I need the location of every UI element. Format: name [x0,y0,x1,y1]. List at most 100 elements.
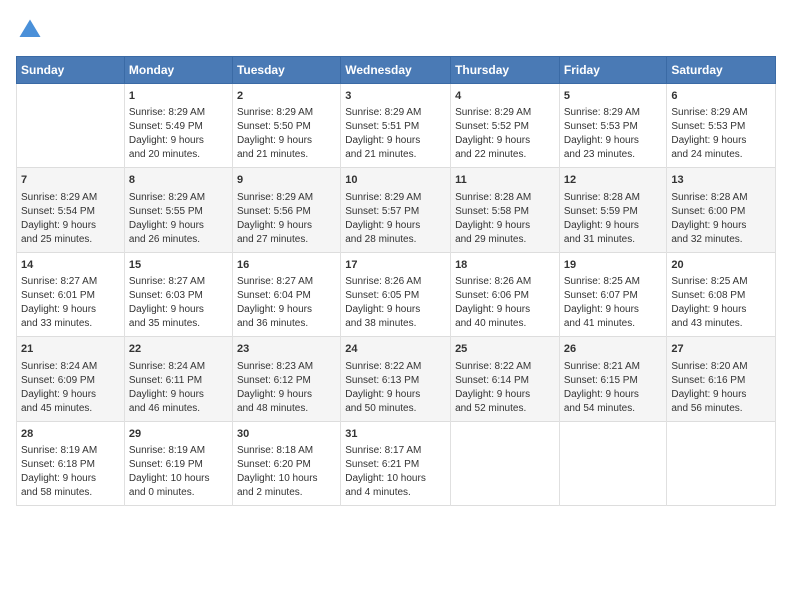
calendar-header: SundayMondayTuesdayWednesdayThursdayFrid… [17,57,776,84]
calendar-cell: 3Sunrise: 8:29 AM Sunset: 5:51 PM Daylig… [341,84,451,168]
calendar-cell: 23 Sunrise: 8:23 AM Sunset: 6:12 PM Dayli… [232,337,340,421]
day-number: 27 [671,342,771,357]
header-cell-wednesday: Wednesday [341,57,451,84]
day-info: Sunrise: 8:29 AM Sunset: 5:49 PM Dayligh… [129,106,228,162]
day-number: 26 [564,342,663,357]
calendar-cell [667,421,776,505]
day-number: 15 [129,258,228,273]
day-info: Sunrise: 8:18 AM Sunset: 6:20 PM Dayligh… [237,444,336,500]
calendar-cell: 17 Sunrise: 8:26 AM Sunset: 6:05 PM Dayli… [341,252,451,336]
day-info: Sunrise: 8:25 AM Sunset: 6:08 PM Dayligh… [671,275,771,331]
day-number: 12 [564,173,663,188]
day-info: Sunrise: 8:29 AM Sunset: 5:57 PM Dayligh… [345,191,446,247]
day-info: Sunrise: 8:26 AM Sunset: 6:06 PM Dayligh… [455,275,555,331]
day-number: 23 [237,342,336,357]
calendar-body: 1 Sunrise: 8:29 AM Sunset: 5:49 PM Daylig… [17,84,776,506]
calendar-cell [451,421,560,505]
calendar-cell: 28Sunrise: 8:19 AM Sunset: 6:18 PM Dayli… [17,421,125,505]
calendar-cell: 21 Sunrise: 8:24 AM Sunset: 6:09 PM Dayli… [17,337,125,421]
day-number: 24 [345,342,446,357]
day-info: Sunrise: 8:28 AM Sunset: 6:00 PM Dayligh… [671,191,771,247]
day-info: Sunrise: 8:24 AM Sunset: 6:11 PM Dayligh… [129,360,228,416]
day-info: Sunrise: 8:17 AM Sunset: 6:21 PM Dayligh… [345,444,446,500]
page-header [16,16,776,44]
calendar-cell: 29Sunrise: 8:19 AM Sunset: 6:19 PM Dayli… [124,421,232,505]
calendar-cell: 5 Sunrise: 8:29 AM Sunset: 5:53 PM Daylig… [559,84,667,168]
calendar-cell: 24 Sunrise: 8:22 AM Sunset: 6:13 PM Dayli… [341,337,451,421]
day-number: 25 [455,342,555,357]
calendar-cell: 12 Sunrise: 8:28 AM Sunset: 5:59 PM Dayli… [559,168,667,252]
header-cell-sunday: Sunday [17,57,125,84]
day-info: Sunrise: 8:29 AM Sunset: 5:54 PM Dayligh… [21,191,120,247]
calendar-cell: 22 Sunrise: 8:24 AM Sunset: 6:11 PM Dayli… [124,337,232,421]
header-cell-monday: Monday [124,57,232,84]
day-info: Sunrise: 8:29 AM Sunset: 5:50 PM Dayligh… [237,106,336,162]
calendar-cell: 14Sunrise: 8:27 AM Sunset: 6:01 PM Dayli… [17,252,125,336]
day-info: Sunrise: 8:28 AM Sunset: 5:59 PM Dayligh… [564,191,663,247]
day-number: 17 [345,258,446,273]
calendar-table: SundayMondayTuesdayWednesdayThursdayFrid… [16,56,776,506]
day-number: 11 [455,173,555,188]
week-row-3: 14Sunrise: 8:27 AM Sunset: 6:01 PM Dayli… [17,252,776,336]
calendar-cell: 2Sunrise: 8:29 AM Sunset: 5:50 PM Daylig… [232,84,340,168]
general-blue-logo-icon [16,16,44,44]
day-info: Sunrise: 8:29 AM Sunset: 5:53 PM Dayligh… [671,106,771,162]
logo [16,16,46,44]
calendar-cell: 27 Sunrise: 8:20 AM Sunset: 6:16 PM Dayli… [667,337,776,421]
week-row-2: 7 Sunrise: 8:29 AM Sunset: 5:54 PM Daylig… [17,168,776,252]
calendar-cell: 16Sunrise: 8:27 AM Sunset: 6:04 PM Dayli… [232,252,340,336]
day-info: Sunrise: 8:24 AM Sunset: 6:09 PM Dayligh… [21,360,120,416]
day-number: 6 [671,89,771,104]
day-number: 21 [21,342,120,357]
day-info: Sunrise: 8:20 AM Sunset: 6:16 PM Dayligh… [671,360,771,416]
day-number: 7 [21,173,120,188]
header-cell-thursday: Thursday [451,57,560,84]
day-info: Sunrise: 8:25 AM Sunset: 6:07 PM Dayligh… [564,275,663,331]
day-number: 9 [237,173,336,188]
header-cell-saturday: Saturday [667,57,776,84]
day-info: Sunrise: 8:28 AM Sunset: 5:58 PM Dayligh… [455,191,555,247]
day-number: 22 [129,342,228,357]
day-number: 4 [455,89,555,104]
day-info: Sunrise: 8:23 AM Sunset: 6:12 PM Dayligh… [237,360,336,416]
day-number: 31 [345,427,446,442]
day-info: Sunrise: 8:26 AM Sunset: 6:05 PM Dayligh… [345,275,446,331]
calendar-cell: 9Sunrise: 8:29 AM Sunset: 5:56 PM Daylig… [232,168,340,252]
calendar-cell: 19 Sunrise: 8:25 AM Sunset: 6:07 PM Dayli… [559,252,667,336]
day-number: 1 [129,89,228,104]
header-cell-friday: Friday [559,57,667,84]
calendar-cell: 7 Sunrise: 8:29 AM Sunset: 5:54 PM Daylig… [17,168,125,252]
calendar-cell: 8 Sunrise: 8:29 AM Sunset: 5:55 PM Daylig… [124,168,232,252]
day-info: Sunrise: 8:22 AM Sunset: 6:13 PM Dayligh… [345,360,446,416]
day-info: Sunrise: 8:21 AM Sunset: 6:15 PM Dayligh… [564,360,663,416]
week-row-1: 1 Sunrise: 8:29 AM Sunset: 5:49 PM Daylig… [17,84,776,168]
day-number: 30 [237,427,336,442]
calendar-cell: 20 Sunrise: 8:25 AM Sunset: 6:08 PM Dayli… [667,252,776,336]
calendar-cell: 15 Sunrise: 8:27 AM Sunset: 6:03 PM Dayli… [124,252,232,336]
day-info: Sunrise: 8:29 AM Sunset: 5:53 PM Dayligh… [564,106,663,162]
day-number: 13 [671,173,771,188]
day-info: Sunrise: 8:19 AM Sunset: 6:19 PM Dayligh… [129,444,228,500]
calendar-cell: 30 Sunrise: 8:18 AM Sunset: 6:20 PM Dayli… [232,421,340,505]
day-number: 20 [671,258,771,273]
header-cell-tuesday: Tuesday [232,57,340,84]
calendar-cell: 10Sunrise: 8:29 AM Sunset: 5:57 PM Dayli… [341,168,451,252]
calendar-cell: 31 Sunrise: 8:17 AM Sunset: 6:21 PM Dayli… [341,421,451,505]
week-row-4: 21 Sunrise: 8:24 AM Sunset: 6:09 PM Dayli… [17,337,776,421]
day-info: Sunrise: 8:27 AM Sunset: 6:04 PM Dayligh… [237,275,336,331]
calendar-cell: 18 Sunrise: 8:26 AM Sunset: 6:06 PM Dayli… [451,252,560,336]
day-number: 18 [455,258,555,273]
day-info: Sunrise: 8:27 AM Sunset: 6:03 PM Dayligh… [129,275,228,331]
calendar-cell: 1 Sunrise: 8:29 AM Sunset: 5:49 PM Daylig… [124,84,232,168]
header-row: SundayMondayTuesdayWednesdayThursdayFrid… [17,57,776,84]
day-number: 5 [564,89,663,104]
calendar-cell: 11 Sunrise: 8:28 AM Sunset: 5:58 PM Dayli… [451,168,560,252]
day-info: Sunrise: 8:22 AM Sunset: 6:14 PM Dayligh… [455,360,555,416]
day-info: Sunrise: 8:29 AM Sunset: 5:55 PM Dayligh… [129,191,228,247]
day-number: 28 [21,427,120,442]
day-number: 8 [129,173,228,188]
day-number: 14 [21,258,120,273]
calendar-cell: 13 Sunrise: 8:28 AM Sunset: 6:00 PM Dayli… [667,168,776,252]
calendar-cell: 6 Sunrise: 8:29 AM Sunset: 5:53 PM Daylig… [667,84,776,168]
day-number: 19 [564,258,663,273]
